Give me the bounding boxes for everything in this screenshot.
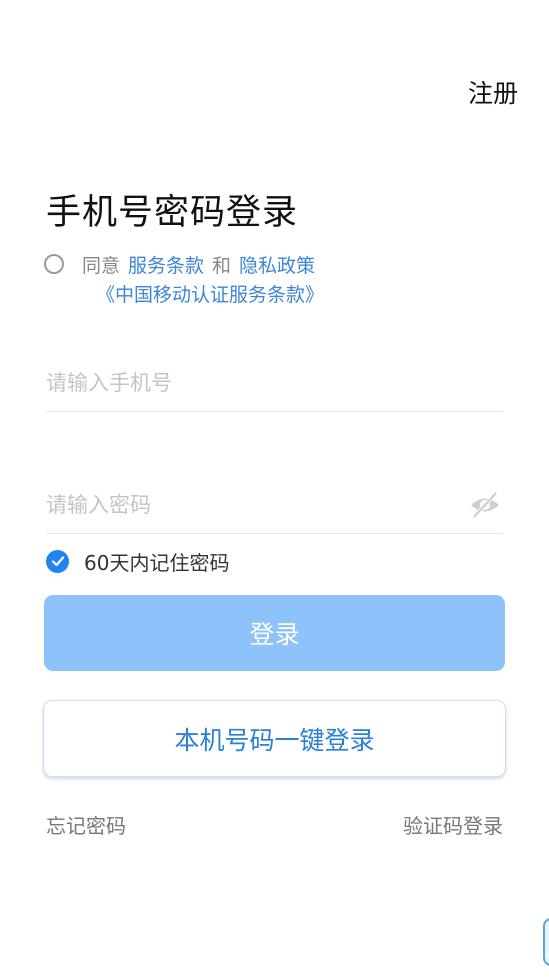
register-link[interactable]: 注册	[468, 74, 518, 110]
floating-assistant-tab[interactable]	[543, 918, 549, 966]
eye-hidden-icon[interactable]	[467, 487, 503, 523]
check-circle-icon[interactable]	[46, 549, 69, 573]
password-input[interactable]	[46, 485, 446, 525]
page-title: 手机号密码登录	[46, 193, 299, 233]
agree-label: 同意	[82, 255, 121, 277]
cmcc-terms-link[interactable]: 《中国移动认证服务条款》	[96, 284, 324, 306]
terms-link[interactable]: 服务条款	[128, 255, 204, 277]
login-page: 注册 手机号密码登录 同意 服务条款和隐私政策 《中国移动认证服务条款》 请输入…	[0, 0, 549, 977]
phone-field	[46, 353, 503, 412]
login-button[interactable]: 登录	[44, 595, 505, 671]
one-click-login-button[interactable]: 本机号码一键登录	[43, 700, 506, 777]
phone-input[interactable]	[46, 363, 446, 403]
remember-password-option[interactable]: 60天内记住密码	[46, 547, 229, 575]
and-label: 和	[212, 255, 232, 277]
agreement-line: 同意 服务条款和隐私政策	[82, 252, 315, 281]
sms-login-link[interactable]: 验证码登录	[403, 810, 503, 839]
remember-password-label: 60天内记住密码	[84, 550, 230, 575]
password-field	[46, 475, 503, 534]
privacy-link[interactable]: 隐私政策	[239, 255, 315, 277]
forgot-password-link[interactable]: 忘记密码	[46, 810, 126, 839]
agreement-line-2: 《中国移动认证服务条款》	[96, 281, 324, 310]
agree-radio[interactable]	[44, 254, 64, 274]
